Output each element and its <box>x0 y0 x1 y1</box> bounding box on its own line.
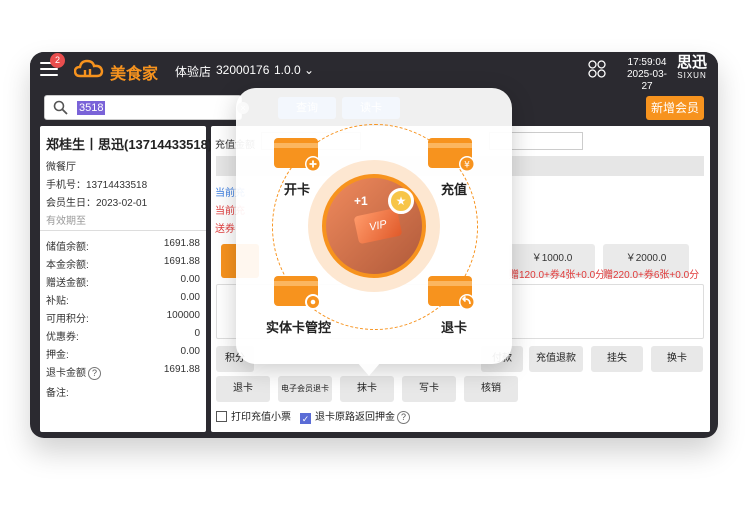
open-card-icon[interactable] <box>274 138 322 172</box>
version-dropdown[interactable]: 1.0.0 ⌄ <box>274 63 314 77</box>
member-info-panel: 郑桂生丨思迅(13714433518) 微餐厅 手机号：13714433518 … <box>40 126 212 432</box>
member-search-input[interactable]: 3518 × <box>44 95 249 120</box>
member-level: 微餐厅 <box>46 162 76 173</box>
field-label: 押金: <box>46 350 69 361</box>
field-label: 补贴: <box>46 296 69 307</box>
refund-original-checkbox[interactable]: ✓ 退卡原路返回押金? <box>300 408 410 424</box>
version-label: 1.0.0 <box>274 63 301 77</box>
recharge-label[interactable]: 充值 <box>441 179 467 198</box>
member-validity: 有效期至 <box>46 216 86 227</box>
vip-card-illustration: +1 VIP <box>322 174 426 278</box>
open-card-label[interactable]: 开卡 <box>284 179 310 198</box>
verify-button[interactable]: 核销 <box>464 376 518 402</box>
gift-coupon-text: 送券 <box>215 224 235 235</box>
field-points: 可用积分: 100000 <box>46 310 200 325</box>
write-card-button[interactable]: 写卡 <box>402 376 456 402</box>
amount-bonus: 赠220.0+券6张+0.0分 <box>603 270 700 281</box>
field-gift-amount: 赠送金额: 0.00 <box>46 274 200 289</box>
field-value: 0.00 <box>180 346 200 357</box>
field-label: 优惠券: <box>46 332 79 343</box>
field-value: 1691.88 <box>163 238 200 249</box>
field-label: 备注: <box>46 388 69 399</box>
clock-time: 17:59:04 <box>627 57 667 68</box>
physical-card-control-icon[interactable] <box>274 276 322 310</box>
sixun-logo-en: SIXUN <box>677 71 707 80</box>
field-coupons: 优惠券: 0 <box>46 328 200 343</box>
e-member-return-button[interactable]: 电子会员退卡 <box>278 376 332 402</box>
field-label: 赠送金额: <box>46 278 89 289</box>
field-label: 可用积分: <box>46 314 89 325</box>
field-label: 本金余额: <box>46 260 89 271</box>
field-value: 1691.88 <box>163 364 200 375</box>
field-principal-balance: 本金余额: 1691.88 <box>46 256 200 271</box>
new-member-button[interactable]: 新增会员 <box>646 96 704 120</box>
field-value: 1691.88 <box>163 256 200 267</box>
brand-name: 美食家 <box>110 66 159 83</box>
report-loss-button[interactable]: 挂失 <box>591 346 643 372</box>
field-value: 0.00 <box>180 274 200 285</box>
field-value: 0 <box>194 328 200 339</box>
field-refund-amount: 退卡金额? 1691.88 <box>46 364 200 380</box>
amount-option-1000[interactable]: ￥1000.0 赠120.0+券4张+0.0分 <box>509 244 606 281</box>
popup-pointer <box>357 362 381 376</box>
field-subsidy: 补贴: 0.00 <box>46 292 200 307</box>
member-birthday: 会员生日：2023-02-01 <box>46 198 148 209</box>
clock-date: 2025-03-27 <box>626 69 668 92</box>
return-card-button[interactable]: 退卡 <box>216 376 270 402</box>
notification-badge: 2 <box>50 53 65 68</box>
amount-option-2000[interactable]: ￥2000.0 赠220.0+券6张+0.0分 <box>603 244 700 281</box>
sixun-logo-cn: 思迅 <box>676 54 707 71</box>
star-coin-icon: ★ <box>388 188 414 214</box>
refund-original-label: 退卡原路返回押金 <box>315 412 395 423</box>
store-id: 32000176 <box>216 63 270 77</box>
sixun-logo: 思迅 SIXUN <box>672 55 712 81</box>
amount-value: ￥2000.0 <box>625 253 667 264</box>
divider <box>40 230 206 231</box>
checkbox-icon <box>216 411 227 422</box>
store-name: 体验店 <box>175 65 212 79</box>
recharge-icon[interactable]: ¥ <box>428 138 476 172</box>
field-stored-balance: 储值余额: 1691.88 <box>46 238 200 253</box>
change-card-button[interactable]: 换卡 <box>651 346 703 372</box>
plus-one-text: +1 <box>354 194 368 208</box>
apps-grid-icon[interactable] <box>588 60 606 78</box>
member-phone: 手机号：13714433518 <box>46 180 148 191</box>
field-remark: 备注: <box>46 384 200 399</box>
field-label: 退卡金额 <box>46 368 86 379</box>
field-value: 100000 <box>166 310 200 321</box>
recharge-refund-button[interactable]: 充值退款 <box>529 346 583 372</box>
erase-card-button[interactable]: 抹卡 <box>340 376 394 402</box>
field-deposit: 押金: 0.00 <box>46 346 200 361</box>
field-value: 0.00 <box>180 292 200 303</box>
cloud-logo-icon <box>74 59 104 78</box>
amount-value: ￥1000.0 <box>531 253 573 264</box>
chevron-down-icon: ⌄ <box>304 63 315 77</box>
checkbox-checked-icon: ✓ <box>300 413 311 424</box>
help-icon[interactable]: ? <box>88 367 101 380</box>
field-label: 储值余额: <box>46 242 89 253</box>
top-bar: 2 美食家 体验店 32000176 1.0.0 ⌄ 17:59:04 2025… <box>30 52 718 92</box>
return-card-icon[interactable] <box>428 276 476 310</box>
svg-text:¥: ¥ <box>464 161 470 171</box>
help-icon[interactable]: ? <box>397 411 410 424</box>
print-receipt-checkbox[interactable]: 打印充值小票 <box>216 408 291 423</box>
member-name: 郑桂生丨思迅(13714433518) <box>46 137 213 152</box>
search-value: 3518 <box>77 101 106 115</box>
physical-card-control-label[interactable]: 实体卡管控 <box>266 317 331 336</box>
search-icon <box>53 100 68 115</box>
clock: 17:59:04 2025-03-27 <box>622 57 672 93</box>
vip-card-text: VIP <box>353 207 403 245</box>
amount-bonus: 赠120.0+券4张+0.0分 <box>509 270 606 281</box>
return-card-label[interactable]: 退卡 <box>441 317 467 336</box>
print-receipt-label: 打印充值小票 <box>231 412 291 423</box>
